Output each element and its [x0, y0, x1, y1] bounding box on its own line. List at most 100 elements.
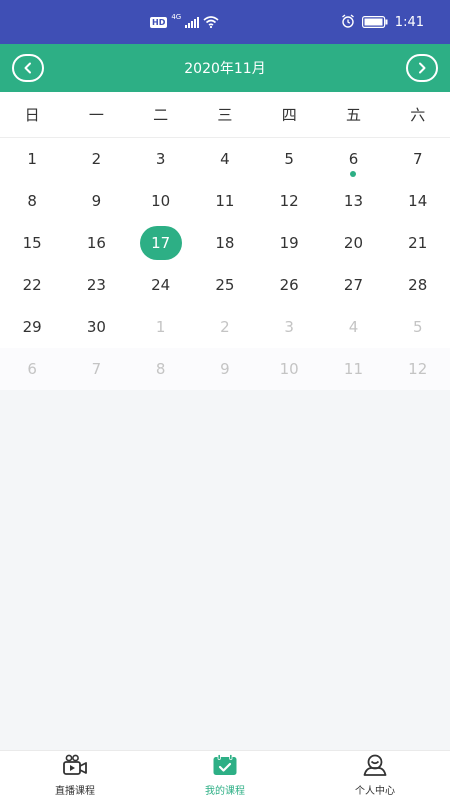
day-cell-next-month[interactable]: 6 — [0, 348, 64, 390]
day-cell[interactable]: 22 — [0, 264, 64, 306]
day-number: 6 — [348, 150, 359, 168]
day-number: 27 — [343, 276, 363, 294]
day-cell[interactable]: 28 — [386, 264, 450, 306]
day-cell-next-month[interactable]: 7 — [64, 348, 128, 390]
weekday-label: 二 — [153, 106, 169, 124]
day-cell-next-month[interactable]: 1 — [129, 306, 193, 348]
weekday-label: 一 — [88, 106, 104, 124]
day-number: 30 — [86, 318, 106, 336]
day-cell[interactable]: 27 — [321, 264, 385, 306]
day-cell[interactable]: 19 — [257, 222, 321, 264]
day-number: 22 — [22, 276, 42, 294]
calendar-grid: 日 一 二 三 四 五 六 1 2 3 4 5 6 7 8 9 10 11 12… — [0, 92, 450, 390]
day-number: 19 — [279, 234, 299, 252]
day-cell-next-month[interactable]: 11 — [321, 348, 385, 390]
day-number: 20 — [343, 234, 363, 252]
day-number: 25 — [215, 276, 235, 294]
day-number: 6 — [27, 360, 37, 378]
day-number: 8 — [27, 192, 37, 210]
weekday-label: 日 — [24, 106, 40, 124]
status-indicators: HD 4G — [150, 0, 219, 44]
day-cell[interactable]: 3 — [129, 138, 193, 180]
day-cell[interactable]: 13 — [321, 180, 385, 222]
tab-my-courses[interactable]: 我的课程 — [150, 751, 300, 800]
day-cell-next-month[interactable]: 5 — [386, 306, 450, 348]
day-cell[interactable]: 8 — [0, 180, 64, 222]
day-number: 2 — [220, 318, 230, 336]
event-dot — [350, 171, 357, 177]
day-number: 7 — [412, 150, 423, 168]
day-number: 28 — [408, 276, 428, 294]
bottom-tab-bar: 直播课程 我的课程 个人中心 — [0, 750, 450, 800]
day-cell[interactable]: 11 — [193, 180, 257, 222]
month-header: 2020年11月 — [0, 44, 450, 92]
status-right: 1:41 — [341, 0, 424, 44]
day-number: 7 — [91, 360, 102, 378]
day-number: 8 — [155, 360, 166, 378]
day-number: 11 — [343, 360, 363, 378]
day-number: 15 — [22, 234, 42, 252]
day-cell-next-month[interactable]: 8 — [129, 348, 193, 390]
day-number: 13 — [343, 192, 363, 210]
weekday-label: 六 — [410, 106, 426, 124]
day-number: 18 — [215, 234, 235, 252]
day-cell-next-month[interactable]: 12 — [386, 348, 450, 390]
day-cell[interactable]: 21 — [386, 222, 450, 264]
day-cell[interactable]: 15 — [0, 222, 64, 264]
day-number: 4 — [348, 318, 359, 336]
day-number: 10 — [151, 192, 171, 210]
day-cell[interactable]: 29 — [0, 306, 64, 348]
day-cell[interactable]: 5 — [257, 138, 321, 180]
day-cell[interactable]: 1 — [0, 138, 64, 180]
day-number: 29 — [22, 318, 42, 336]
status-time: 1:41 — [394, 14, 424, 30]
tab-personal-center[interactable]: 个人中心 — [300, 751, 450, 800]
week-row: 8 9 10 11 12 13 14 — [0, 180, 450, 222]
day-cell[interactable]: 6 — [321, 138, 385, 180]
day-cell[interactable]: 24 — [129, 264, 193, 306]
day-cell-selected[interactable]: 17 — [129, 222, 193, 264]
day-cell[interactable]: 18 — [193, 222, 257, 264]
day-cell[interactable]: 10 — [129, 180, 193, 222]
day-number: 1 — [155, 318, 166, 336]
day-cell-next-month[interactable]: 3 — [257, 306, 321, 348]
day-number: 4 — [220, 150, 230, 168]
day-cell[interactable]: 23 — [64, 264, 128, 306]
day-cell-next-month[interactable]: 4 — [321, 306, 385, 348]
day-number: 11 — [215, 192, 235, 210]
day-cell[interactable]: 7 — [386, 138, 450, 180]
day-cell-next-month[interactable]: 2 — [193, 306, 257, 348]
day-number: 9 — [91, 192, 102, 210]
week-row: 1 2 3 4 5 6 7 — [0, 138, 450, 180]
chevron-right-icon — [417, 59, 427, 78]
day-cell-next-month[interactable]: 10 — [257, 348, 321, 390]
day-cell[interactable]: 12 — [257, 180, 321, 222]
day-number: 14 — [408, 192, 428, 210]
day-cell[interactable]: 14 — [386, 180, 450, 222]
day-number: 5 — [284, 150, 294, 168]
day-cell[interactable]: 30 — [64, 306, 128, 348]
day-cell[interactable]: 20 — [321, 222, 385, 264]
week-row: 29 30 1 2 3 4 5 — [0, 306, 450, 348]
day-number: 10 — [279, 360, 299, 378]
user-icon — [362, 754, 388, 780]
day-cell[interactable]: 25 — [193, 264, 257, 306]
status-bar: HD 4G 1:41 — [0, 0, 450, 44]
day-cell-next-month[interactable]: 9 — [193, 348, 257, 390]
video-camera-icon — [62, 754, 88, 780]
day-cell[interactable]: 9 — [64, 180, 128, 222]
month-title: 2020年11月 — [184, 61, 266, 77]
day-cell[interactable]: 26 — [257, 264, 321, 306]
day-cell[interactable]: 16 — [64, 222, 128, 264]
day-cell[interactable]: 4 — [193, 138, 257, 180]
week-row: 15 16 17 18 19 20 21 — [0, 222, 450, 264]
prev-month-button[interactable] — [12, 54, 44, 82]
day-number: 5 — [412, 318, 423, 336]
day-number: 1 — [27, 150, 37, 168]
signal-icon — [185, 13, 200, 32]
tab-live-courses[interactable]: 直播课程 — [0, 751, 150, 800]
day-cell[interactable]: 2 — [64, 138, 128, 180]
next-month-button[interactable] — [406, 54, 438, 82]
weekday-label: 四 — [281, 106, 297, 124]
day-number: 16 — [86, 234, 106, 252]
